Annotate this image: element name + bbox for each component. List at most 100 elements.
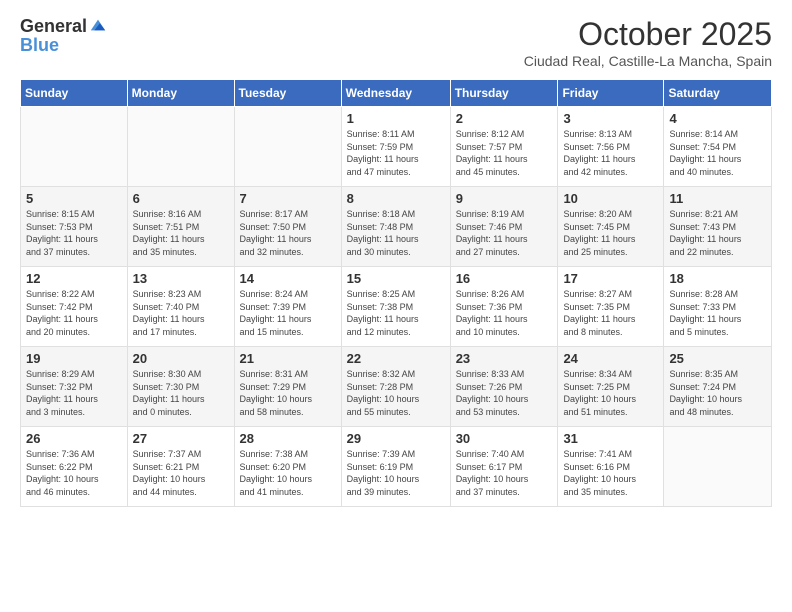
day-number: 14 [240, 271, 336, 286]
calendar-cell: 29Sunrise: 7:39 AM Sunset: 6:19 PM Dayli… [341, 427, 450, 507]
logo-icon [89, 16, 107, 34]
day-info: Sunrise: 8:26 AM Sunset: 7:36 PM Dayligh… [456, 288, 553, 338]
day-number: 31 [563, 431, 658, 446]
day-info: Sunrise: 8:15 AM Sunset: 7:53 PM Dayligh… [26, 208, 122, 258]
day-info: Sunrise: 8:13 AM Sunset: 7:56 PM Dayligh… [563, 128, 658, 178]
day-info: Sunrise: 8:19 AM Sunset: 7:46 PM Dayligh… [456, 208, 553, 258]
calendar-cell: 18Sunrise: 8:28 AM Sunset: 7:33 PM Dayli… [664, 267, 772, 347]
calendar-week-row: 1Sunrise: 8:11 AM Sunset: 7:59 PM Daylig… [21, 107, 772, 187]
day-info: Sunrise: 8:30 AM Sunset: 7:30 PM Dayligh… [133, 368, 229, 418]
day-number: 17 [563, 271, 658, 286]
day-info: Sunrise: 8:16 AM Sunset: 7:51 PM Dayligh… [133, 208, 229, 258]
day-info: Sunrise: 8:14 AM Sunset: 7:54 PM Dayligh… [669, 128, 766, 178]
calendar-week-row: 26Sunrise: 7:36 AM Sunset: 6:22 PM Dayli… [21, 427, 772, 507]
calendar-header-row: Sunday Monday Tuesday Wednesday Thursday… [21, 80, 772, 107]
calendar-cell: 22 Sunrise: 8:32 AM Sunset: 7:28 PM Dayli… [341, 347, 450, 427]
day-info: Sunrise: 8:22 AM Sunset: 7:42 PM Dayligh… [26, 288, 122, 338]
day-info: Sunrise: 7:36 AM Sunset: 6:22 PM Dayligh… [26, 448, 122, 498]
calendar-cell: 7Sunrise: 8:17 AM Sunset: 7:50 PM Daylig… [234, 187, 341, 267]
calendar-cell: 27 Sunrise: 7:37 AM Sunset: 6:21 PM Dayli… [127, 427, 234, 507]
month-title: October 2025 [524, 16, 772, 53]
calendar-week-row: 5 Sunrise: 8:15 AM Sunset: 7:53 PM Daylig… [21, 187, 772, 267]
day-info: Sunrise: 8:24 AM Sunset: 7:39 PM Dayligh… [240, 288, 336, 338]
day-number: 11 [669, 191, 766, 206]
calendar-cell: 15 Sunrise: 8:25 AM Sunset: 7:38 PM Dayli… [341, 267, 450, 347]
day-number: 23 [456, 351, 553, 366]
page: General Blue October 2025 Ciudad Real, C… [0, 0, 792, 612]
calendar-cell: 6Sunrise: 8:16 AM Sunset: 7:51 PM Daylig… [127, 187, 234, 267]
day-number: 16 [456, 271, 553, 286]
day-number: 25 [669, 351, 766, 366]
day-number: 9 [456, 191, 553, 206]
day-number: 28 [240, 431, 336, 446]
calendar-cell: 3Sunrise: 8:13 AM Sunset: 7:56 PM Daylig… [558, 107, 664, 187]
day-number: 2 [456, 111, 553, 126]
col-wednesday: Wednesday [341, 80, 450, 107]
day-info: Sunrise: 8:20 AM Sunset: 7:45 PM Dayligh… [563, 208, 658, 258]
calendar-cell: 14 Sunrise: 8:24 AM Sunset: 7:39 PM Dayli… [234, 267, 341, 347]
calendar-cell: 20 Sunrise: 8:30 AM Sunset: 7:30 PM Dayli… [127, 347, 234, 427]
day-info: Sunrise: 8:27 AM Sunset: 7:35 PM Dayligh… [563, 288, 658, 338]
calendar-cell [664, 427, 772, 507]
day-info: Sunrise: 8:35 AM Sunset: 7:24 PM Dayligh… [669, 368, 766, 418]
day-number: 13 [133, 271, 229, 286]
day-number: 29 [347, 431, 445, 446]
day-info: Sunrise: 8:29 AM Sunset: 7:32 PM Dayligh… [26, 368, 122, 418]
calendar-cell: 11 Sunrise: 8:21 AM Sunset: 7:43 PM Dayli… [664, 187, 772, 267]
calendar-cell: 4 Sunrise: 8:14 AM Sunset: 7:54 PM Daylig… [664, 107, 772, 187]
day-number: 5 [26, 191, 122, 206]
calendar-cell: 16 Sunrise: 8:26 AM Sunset: 7:36 PM Dayli… [450, 267, 558, 347]
calendar-week-row: 19 Sunrise: 8:29 AM Sunset: 7:32 PM Dayli… [21, 347, 772, 427]
day-number: 22 [347, 351, 445, 366]
day-number: 27 [133, 431, 229, 446]
day-number: 8 [347, 191, 445, 206]
day-number: 24 [563, 351, 658, 366]
day-number: 18 [669, 271, 766, 286]
calendar-cell: 21 Sunrise: 8:31 AM Sunset: 7:29 PM Dayli… [234, 347, 341, 427]
day-info: Sunrise: 7:38 AM Sunset: 6:20 PM Dayligh… [240, 448, 336, 498]
col-saturday: Saturday [664, 80, 772, 107]
day-info: Sunrise: 8:25 AM Sunset: 7:38 PM Dayligh… [347, 288, 445, 338]
day-number: 4 [669, 111, 766, 126]
logo-blue-text: Blue [20, 36, 59, 54]
day-number: 21 [240, 351, 336, 366]
col-monday: Monday [127, 80, 234, 107]
calendar-cell: 31 Sunrise: 7:41 AM Sunset: 6:16 PM Dayli… [558, 427, 664, 507]
location: Ciudad Real, Castille-La Mancha, Spain [524, 53, 772, 69]
calendar-cell: 2 Sunrise: 8:12 AM Sunset: 7:57 PM Daylig… [450, 107, 558, 187]
day-info: Sunrise: 8:17 AM Sunset: 7:50 PM Dayligh… [240, 208, 336, 258]
day-info: Sunrise: 8:31 AM Sunset: 7:29 PM Dayligh… [240, 368, 336, 418]
day-info: Sunrise: 7:41 AM Sunset: 6:16 PM Dayligh… [563, 448, 658, 498]
day-info: Sunrise: 7:37 AM Sunset: 6:21 PM Dayligh… [133, 448, 229, 498]
calendar-cell: 17 Sunrise: 8:27 AM Sunset: 7:35 PM Dayli… [558, 267, 664, 347]
day-info: Sunrise: 8:32 AM Sunset: 7:28 PM Dayligh… [347, 368, 445, 418]
calendar: Sunday Monday Tuesday Wednesday Thursday… [20, 79, 772, 507]
day-info: Sunrise: 8:33 AM Sunset: 7:26 PM Dayligh… [456, 368, 553, 418]
day-info: Sunrise: 8:18 AM Sunset: 7:48 PM Dayligh… [347, 208, 445, 258]
calendar-week-row: 12Sunrise: 8:22 AM Sunset: 7:42 PM Dayli… [21, 267, 772, 347]
col-thursday: Thursday [450, 80, 558, 107]
calendar-cell: 25 Sunrise: 8:35 AM Sunset: 7:24 PM Dayli… [664, 347, 772, 427]
col-tuesday: Tuesday [234, 80, 341, 107]
day-info: Sunrise: 8:21 AM Sunset: 7:43 PM Dayligh… [669, 208, 766, 258]
calendar-cell [234, 107, 341, 187]
logo: General Blue [20, 16, 107, 54]
calendar-cell: 26Sunrise: 7:36 AM Sunset: 6:22 PM Dayli… [21, 427, 128, 507]
calendar-cell: 12Sunrise: 8:22 AM Sunset: 7:42 PM Dayli… [21, 267, 128, 347]
header: General Blue October 2025 Ciudad Real, C… [20, 16, 772, 69]
day-number: 15 [347, 271, 445, 286]
calendar-cell: 8 Sunrise: 8:18 AM Sunset: 7:48 PM Daylig… [341, 187, 450, 267]
calendar-cell: 13Sunrise: 8:23 AM Sunset: 7:40 PM Dayli… [127, 267, 234, 347]
day-number: 10 [563, 191, 658, 206]
day-number: 20 [133, 351, 229, 366]
title-block: October 2025 Ciudad Real, Castille-La Ma… [524, 16, 772, 69]
day-info: Sunrise: 8:12 AM Sunset: 7:57 PM Dayligh… [456, 128, 553, 178]
day-number: 19 [26, 351, 122, 366]
calendar-cell [127, 107, 234, 187]
day-info: Sunrise: 8:11 AM Sunset: 7:59 PM Dayligh… [347, 128, 445, 178]
calendar-cell: 30Sunrise: 7:40 AM Sunset: 6:17 PM Dayli… [450, 427, 558, 507]
calendar-cell: 23 Sunrise: 8:33 AM Sunset: 7:26 PM Dayli… [450, 347, 558, 427]
calendar-cell: 5 Sunrise: 8:15 AM Sunset: 7:53 PM Daylig… [21, 187, 128, 267]
logo-general-text: General [20, 17, 87, 35]
col-sunday: Sunday [21, 80, 128, 107]
